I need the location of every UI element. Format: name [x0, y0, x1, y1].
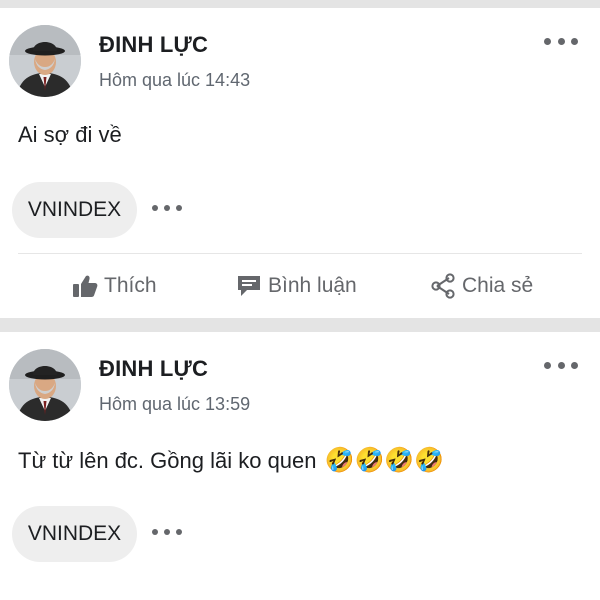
share-icon: [431, 273, 455, 299]
post-text: Ai sợ đi về: [18, 122, 122, 148]
share-label: Chia sẻ: [462, 274, 534, 297]
tags-more-icon[interactable]: [152, 528, 182, 536]
more-horizontal-icon[interactable]: [544, 34, 578, 48]
comment-label: Bình luận: [268, 274, 357, 297]
post-text-content: Ai sợ đi về: [18, 122, 122, 147]
comment-button[interactable]: Bình luận: [236, 266, 357, 306]
laughing-emoji-icon: 🤣🤣🤣🤣: [324, 446, 445, 474]
post-card: ĐINH LỰC Hôm qua lúc 14:43 Ai sợ đi về V…: [0, 8, 600, 318]
comment-icon: [238, 276, 260, 296]
news-feed: ĐINH LỰC Hôm qua lúc 14:43 Ai sợ đi về V…: [0, 0, 600, 600]
share-button[interactable]: Chia sẻ: [430, 266, 533, 306]
feed-separator: [0, 0, 600, 8]
post-card: ĐINH LỰC Hôm qua lúc 13:59 Từ từ lên đc.…: [0, 332, 600, 600]
like-button[interactable]: Thích: [72, 266, 157, 306]
author-name[interactable]: ĐINH LỰC: [99, 32, 208, 58]
post-timestamp[interactable]: Hôm qua lúc 13:59: [99, 394, 250, 415]
hashtag-chip[interactable]: VNINDEX: [12, 182, 137, 238]
author-avatar[interactable]: [9, 25, 81, 97]
avatar-image: [9, 25, 81, 97]
thumbs-up-icon: [73, 275, 98, 297]
like-label: Thích: [104, 274, 157, 297]
post-actions: Thích Bình luận Chia sẻ: [0, 266, 600, 306]
post-text: Từ từ lên đc. Gồng lãi ko quen 🤣🤣🤣🤣: [18, 446, 444, 474]
post-timestamp[interactable]: Hôm qua lúc 14:43: [99, 70, 250, 91]
more-horizontal-icon[interactable]: [544, 358, 578, 372]
hashtag-chip[interactable]: VNINDEX: [12, 506, 137, 562]
author-avatar[interactable]: [9, 349, 81, 421]
divider: [18, 253, 582, 254]
tags-more-icon[interactable]: [152, 204, 182, 212]
avatar-image: [9, 349, 81, 421]
author-name[interactable]: ĐINH LỰC: [99, 356, 208, 382]
post-text-content: Từ từ lên đc. Gồng lãi ko quen: [18, 448, 317, 473]
